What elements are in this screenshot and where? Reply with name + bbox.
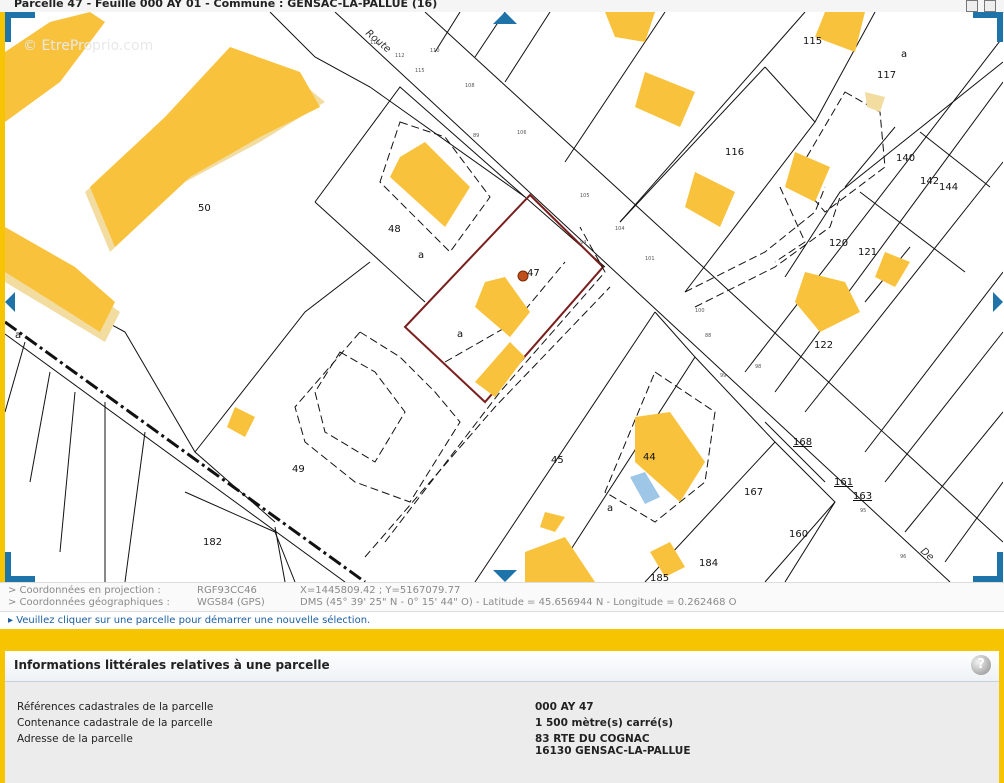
pan-left-arrow-icon[interactable] <box>5 292 15 312</box>
parcel-letter: a <box>607 503 613 514</box>
svg-text:88: 88 <box>705 333 711 339</box>
parcel-label-117: 117 <box>877 70 896 81</box>
parcel-address-label: Adresse de la parcelle <box>17 733 133 745</box>
corner-marker-icon <box>973 12 1003 42</box>
maximize-window-icon[interactable] <box>984 0 996 12</box>
parcel-address-street: 83 RTE DU COGNAC <box>535 733 650 745</box>
parcel-label-168: 168 <box>793 437 812 448</box>
parcel-label-167: 167 <box>744 487 763 498</box>
svg-text:106: 106 <box>517 130 527 136</box>
cadastral-area-value: 1 500 mètre(s) carré(s) <box>535 717 674 729</box>
corner-marker-icon <box>5 552 35 582</box>
svg-text:110: 110 <box>430 48 440 54</box>
svg-text:104: 104 <box>615 226 625 232</box>
pan-up-arrow-icon[interactable] <box>493 12 517 24</box>
parcel-label-182: 182 <box>203 537 222 548</box>
window-title: Parcelle 47 - Feuille 000 AY 01 - Commun… <box>14 0 438 10</box>
svg-text:94: 94 <box>580 240 586 246</box>
cadastral-reference-value: 000 AY 47 <box>535 701 594 713</box>
help-icon[interactable]: ? <box>971 655 991 675</box>
geographic-coords-value: DMS (45° 39' 25" N - 0° 15' 44" O) - Lat… <box>300 597 737 608</box>
railway-line <box>5 320 366 582</box>
svg-text:95: 95 <box>860 508 866 514</box>
svg-text:98: 98 <box>755 364 761 370</box>
restore-window-icon[interactable] <box>966 0 978 12</box>
svg-text:115: 115 <box>415 68 425 74</box>
svg-text:99: 99 <box>720 373 726 379</box>
parcel-label-120: 120 <box>829 238 848 249</box>
watermark: © EtreProprio.com <box>23 38 154 54</box>
corner-marker-icon <box>973 552 1003 582</box>
svg-text:105: 105 <box>580 193 590 199</box>
parcel-info-body: Références cadastrales de la parcelle 00… <box>5 682 999 783</box>
projection-coords-value: X=1445809.42 ; Y=5167079.77 <box>300 585 461 596</box>
parcel-info-title: Informations littérales relatives à une … <box>14 658 330 672</box>
parcel-label-140: 140 <box>896 153 915 164</box>
cadastral-area-label: Contenance cadastrale de la parcelle <box>17 717 213 729</box>
parcel-label-185: 185 <box>650 573 669 582</box>
svg-text:100: 100 <box>695 308 705 314</box>
parcel-label-50: 50 <box>198 203 211 214</box>
parcel-label-142: 142 <box>920 176 939 187</box>
selection-hint-text: ▸ Veuillez cliquer sur une parcelle pour… <box>8 615 371 626</box>
parcel-label-49: 49 <box>292 464 305 475</box>
parcel-label-48: 48 <box>388 224 401 235</box>
svg-text:112: 112 <box>395 53 405 59</box>
parcel-label-121: 121 <box>858 247 877 258</box>
parcel-label-184: 184 <box>699 558 718 569</box>
parcel-label-163: 163 <box>853 491 872 502</box>
parcel-label-116: 116 <box>725 147 744 158</box>
parcel-label-160: 160 <box>789 529 808 540</box>
parcel-label-44: 44 <box>643 452 656 463</box>
pan-down-arrow-icon[interactable] <box>493 570 517 582</box>
road-label-de: De <box>918 546 936 563</box>
projection-system: RGF93CC46 <box>197 585 257 596</box>
selection-hint: ▸ Veuillez cliquer sur une parcelle pour… <box>0 611 1004 630</box>
parcel-label-161: 161 <box>834 477 853 488</box>
geographic-system: WGS84 (GPS) <box>197 597 265 608</box>
parcel-letter: a <box>901 49 907 60</box>
coordinates-panel: > Coordonnées en projection : RGF93CC46 … <box>0 582 1004 611</box>
pan-right-arrow-icon[interactable] <box>993 292 1003 312</box>
parcel-address-city: 16130 GENSAC-LA-PALLUE <box>535 745 691 757</box>
parcel-letter: a <box>15 330 21 341</box>
frame-right-border <box>999 651 1004 783</box>
projection-coords-label: > Coordonnées en projection : <box>8 585 161 596</box>
parcel-label-115: 115 <box>803 36 822 47</box>
buildings <box>5 12 910 582</box>
yellow-separator <box>0 629 1004 651</box>
parcel-label-122: 122 <box>814 340 833 351</box>
parcel-label-45: 45 <box>551 455 564 466</box>
svg-text:108: 108 <box>465 83 475 89</box>
parcel-label-47: 47 <box>527 268 540 279</box>
geographic-coords-label: > Coordonnées géographiques : <box>8 597 170 608</box>
cadastral-map[interactable]: 50 48 47 49 45 44 182 185 184 167 160 16… <box>5 12 1003 582</box>
parcel-info-header: Informations littérales relatives à une … <box>5 651 999 682</box>
svg-text:111: 111 <box>370 40 380 46</box>
svg-text:101: 101 <box>645 256 655 262</box>
parcel-letter: a <box>418 250 424 261</box>
parcel-letter: a <box>457 329 463 340</box>
svg-text:89: 89 <box>473 133 479 139</box>
cadastral-reference-label: Références cadastrales de la parcelle <box>17 701 214 713</box>
parcel-label-144: 144 <box>939 182 958 193</box>
svg-text:96: 96 <box>900 554 906 560</box>
